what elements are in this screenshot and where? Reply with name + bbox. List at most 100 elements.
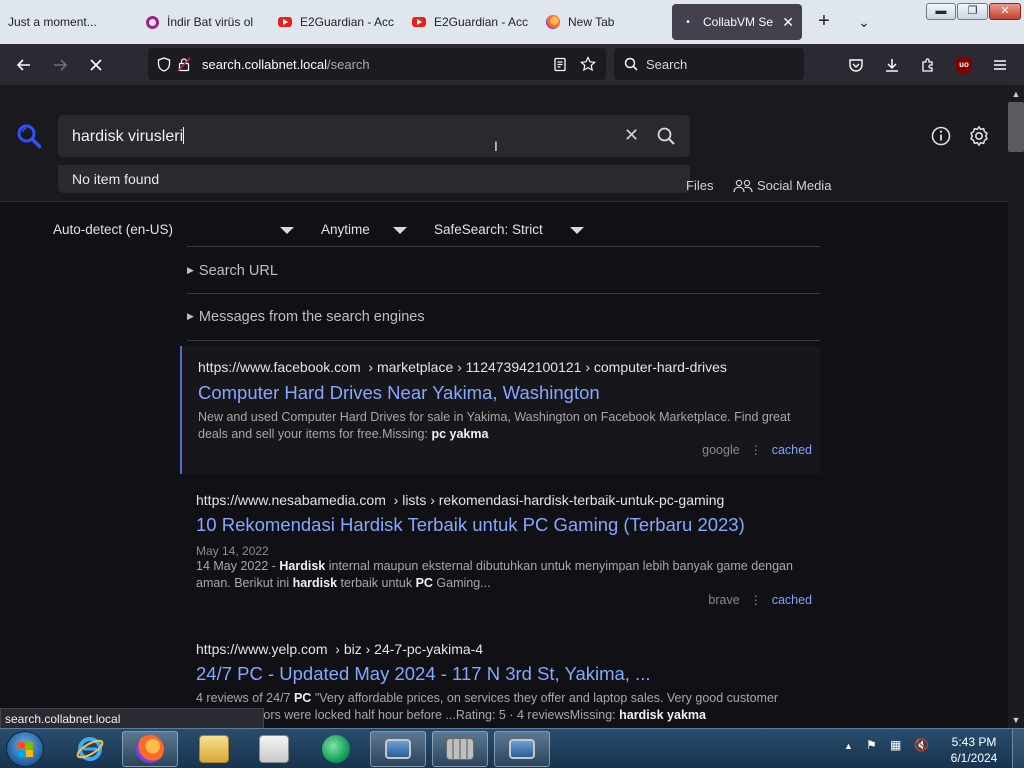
arrow-left-icon: [16, 59, 30, 71]
text-cursor-icon: I: [494, 138, 498, 154]
start-button[interactable]: [6, 731, 44, 767]
firefox-icon: [545, 14, 561, 30]
minimize-button[interactable]: ▬: [926, 3, 956, 20]
action-center-flag-icon[interactable]: ⚑: [866, 738, 877, 752]
cached-link[interactable]: cached: [772, 443, 812, 457]
forward-button[interactable]: [46, 51, 74, 79]
network-grid-icon: [446, 738, 474, 760]
snippet-text: Gaming...: [432, 575, 491, 590]
firefox-taskbar-button[interactable]: [122, 731, 178, 767]
tab-new-tab[interactable]: New Tab: [545, 4, 663, 40]
time-range-select[interactable]: Anytime: [321, 222, 370, 237]
media-player-icon: [259, 735, 289, 763]
result-snippet: 14 May 2022 - Hardisk internal maupun ek…: [196, 558, 816, 591]
address-bar[interactable]: search.collabnet.local/search: [148, 48, 606, 80]
reader-view-icon[interactable]: [550, 54, 570, 74]
new-tab-button[interactable]: +: [812, 10, 836, 34]
result-path: › biz › 24-7-pc-yakima-4: [335, 641, 484, 657]
snippet-text: 4 reviews of 24/7: [196, 691, 294, 705]
remote-desktop-button-1[interactable]: [370, 731, 426, 767]
tab-label: CollabVM Se: [703, 15, 774, 29]
system-clock[interactable]: 5:43 PM 6/1/2024: [944, 734, 1004, 766]
lock-icon[interactable]: [174, 54, 194, 74]
app-menu-button[interactable]: [986, 51, 1014, 79]
stop-button[interactable]: [82, 51, 110, 79]
downloads-button[interactable]: [878, 51, 906, 79]
scrollbar-thumb[interactable]: [1008, 102, 1024, 152]
result-url[interactable]: https://www.yelp.com › biz › 24-7-pc-yak…: [196, 641, 483, 657]
result-url[interactable]: https://www.facebook.com › marketplace ›…: [198, 359, 727, 375]
language-select[interactable]: Auto-detect (en-US): [53, 222, 173, 237]
result-title[interactable]: 24/7 PC - Updated May 2024 - 117 N 3rd S…: [196, 663, 651, 685]
media-player-button[interactable]: [246, 731, 302, 767]
people-icon: [733, 179, 753, 192]
info-icon[interactable]: [930, 125, 952, 147]
gear-icon[interactable]: [968, 125, 990, 147]
extensions-button[interactable]: [914, 51, 942, 79]
tab-close-icon[interactable]: ✕: [782, 14, 794, 31]
back-button[interactable]: [10, 51, 38, 79]
close-icon: [90, 59, 102, 71]
clear-search-icon[interactable]: ✕: [624, 125, 639, 146]
list-all-tabs-button[interactable]: ⌄: [852, 10, 876, 34]
language-dropdown-arrow-icon[interactable]: [280, 227, 294, 234]
tab-e2guardian-2[interactable]: E2Guardian - Acc: [411, 4, 529, 40]
cached-link[interactable]: cached: [772, 593, 812, 607]
url-path: /search: [327, 56, 370, 72]
result-date: May 14, 2022: [196, 544, 269, 558]
scroll-up-arrow-icon[interactable]: ▲: [1010, 88, 1022, 100]
monitor-icon: [385, 739, 411, 759]
search-icon: [624, 57, 638, 71]
search-url-toggle[interactable]: ▶ Search URL: [187, 263, 278, 279]
category-tab-files[interactable]: Files: [686, 178, 713, 193]
search-submit-icon[interactable]: [656, 126, 676, 146]
show-hidden-icons-button[interactable]: ▲: [844, 741, 853, 751]
engine-messages-toggle[interactable]: ▶ Messages from the search engines: [187, 309, 425, 325]
tab-just-a-moment[interactable]: Just a moment...: [8, 4, 128, 40]
result-url[interactable]: https://www.nesabamedia.com › lists › re…: [196, 492, 724, 508]
vertical-scrollbar[interactable]: [1008, 85, 1024, 728]
safesearch-select[interactable]: SafeSearch: Strict: [434, 222, 543, 237]
opera-icon: [144, 14, 160, 30]
network-app-button[interactable]: [432, 731, 488, 767]
ublock-button[interactable]: uo: [950, 51, 978, 79]
result-snippet: 4 reviews of 24/7 PC "Very affordable pr…: [196, 690, 816, 723]
search-filters: Auto-detect (en-US) Anytime SafeSearch: …: [0, 215, 1008, 245]
remote-desktop-button-2[interactable]: [494, 731, 550, 767]
category-tab-social-media[interactable]: Social Media: [733, 178, 831, 193]
url-text: search.collabnet.local/search: [202, 57, 550, 72]
bookmark-star-icon[interactable]: [578, 54, 598, 74]
browser-search-box[interactable]: Search: [614, 48, 804, 80]
result-title[interactable]: 10 Rekomendasi Hardisk Terbaik untuk PC …: [196, 514, 745, 536]
text-caret: [183, 127, 185, 144]
engine-messages-label: Messages from the search engines: [198, 309, 425, 325]
shield-icon[interactable]: [154, 54, 174, 74]
pocket-button[interactable]: [842, 51, 870, 79]
divider: [187, 246, 820, 247]
tab-collabvm-search[interactable]: • CollabVM Se ✕: [672, 4, 802, 40]
network-icon[interactable]: ▦: [890, 738, 901, 752]
tab-e2guardian-1[interactable]: E2Guardian - Acc: [277, 4, 395, 40]
monitor-icon: [509, 739, 535, 759]
show-desktop-button[interactable]: [1012, 729, 1024, 768]
result-item: https://www.nesabamedia.com › lists › re…: [180, 485, 820, 620]
safesearch-dropdown-arrow-icon[interactable]: [570, 227, 584, 234]
scroll-down-arrow-icon[interactable]: ▼: [1010, 714, 1022, 726]
time-dropdown-arrow-icon[interactable]: [393, 227, 407, 234]
volume-muted-icon[interactable]: 🔇: [914, 738, 929, 752]
tab-indir-bat[interactable]: İndir Bat virüs ol: [144, 4, 262, 40]
tab-label: E2Guardian - Acc: [434, 15, 529, 29]
snippet-highlight: hardisk: [292, 575, 338, 590]
close-window-button[interactable]: ✕: [989, 3, 1021, 20]
internet-explorer-button[interactable]: [62, 731, 118, 767]
result-domain: https://www.nesabamedia.com: [196, 492, 386, 508]
search-query-text[interactable]: hardisk virusleri: [72, 127, 185, 146]
chat-app-button[interactable]: [308, 731, 364, 767]
result-title[interactable]: Computer Hard Drives Near Yakima, Washin…: [198, 382, 600, 404]
explorer-button[interactable]: [186, 731, 242, 767]
search-input[interactable]: hardisk virusleri ✕: [58, 115, 690, 157]
restore-button[interactable]: ❐: [957, 3, 988, 20]
result-domain: https://www.facebook.com: [198, 359, 361, 375]
searxng-logo-icon[interactable]: [16, 123, 42, 149]
result-engine: google: [702, 443, 740, 457]
